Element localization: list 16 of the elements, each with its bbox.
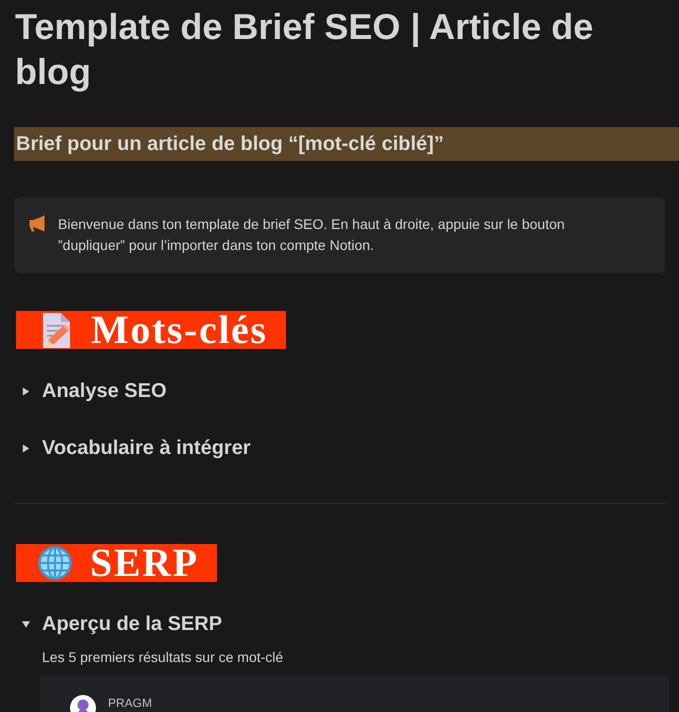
megaphone-icon <box>28 215 46 232</box>
memo-pencil-icon <box>41 312 73 348</box>
result-site-name[interactable]: PRAGM <box>108 696 152 710</box>
callout-text: Bienvenue dans ton template de brief SEO. En haut à droite, appuie sur le bouton ”dupliquer” pour l’importer dans ton compte Notion. <box>58 215 566 255</box>
toggle-triangle-icon[interactable] <box>22 386 30 396</box>
section-heading: SERP <box>90 544 199 582</box>
page-title: Template de Brief SEO | Article de blog <box>15 5 594 94</box>
toggle-heading: Analyse SEO <box>42 379 167 404</box>
globe-icon <box>38 546 72 580</box>
toggle-description: Les 5 premiers résultats sur ce mot-clé <box>42 648 284 667</box>
section-heading: Mots-clés <box>91 311 268 349</box>
toggle-triangle-icon[interactable] <box>22 620 30 628</box>
toggle-heading: Vocabulaire à intégrer <box>42 436 251 461</box>
toggle-heading: Aperçu de la SERP <box>42 612 222 637</box>
highlighted-heading: Brief pour un article de blog “[mot-clé ciblé]” <box>14 127 679 161</box>
toggle-triangle-icon[interactable] <box>22 444 30 452</box>
